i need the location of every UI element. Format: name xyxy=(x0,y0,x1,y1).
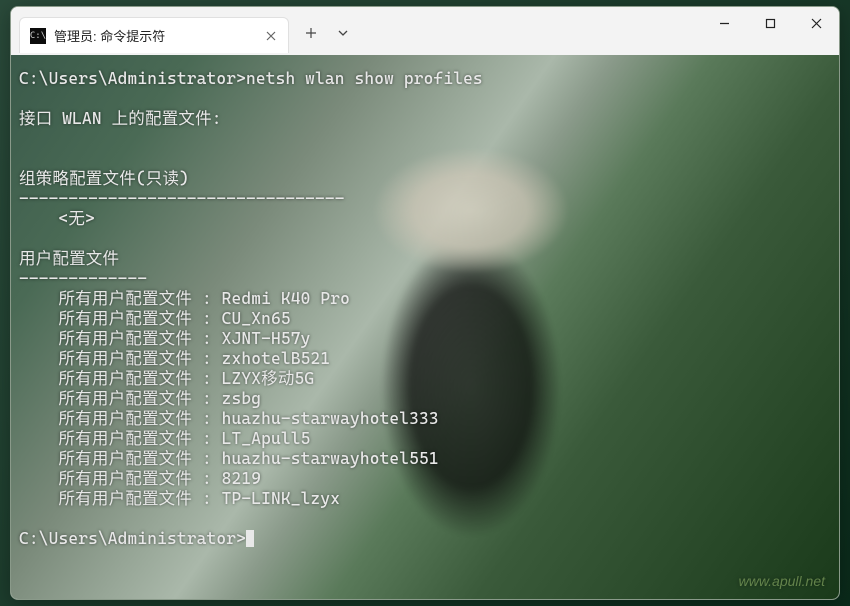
section-interface: 接口 WLAN 上的配置文件: xyxy=(19,109,222,128)
final-prompt: C:\Users\Administrator> xyxy=(19,529,254,548)
cmd-icon: C:\ xyxy=(30,28,46,44)
divider: ------------- xyxy=(19,269,147,288)
window-controls xyxy=(701,7,839,47)
chevron-down-icon xyxy=(338,30,348,36)
close-icon xyxy=(266,31,276,41)
tab-close-button[interactable] xyxy=(262,27,280,45)
terminal-area[interactable]: C:\Users\Administrator>netsh wlan show p… xyxy=(11,55,839,599)
terminal-window: C:\ 管理员: 命令提示符 C:\Users\Administrator>ne… xyxy=(10,6,840,600)
profile-list: 所有用户配置文件 : Redmi K40 Pro 所有用户配置文件 : CU_X… xyxy=(19,289,439,508)
section-user: 用户配置文件 xyxy=(19,249,119,268)
minimize-button[interactable] xyxy=(701,7,747,39)
tab-dropdown-button[interactable] xyxy=(327,17,359,49)
titlebar[interactable]: C:\ 管理员: 命令提示符 xyxy=(11,7,839,55)
close-button[interactable] xyxy=(793,7,839,39)
divider: --------------------------------- xyxy=(19,189,345,208)
tab-active[interactable]: C:\ 管理员: 命令提示符 xyxy=(19,17,289,53)
minimize-icon xyxy=(719,18,730,29)
tab-title: 管理员: 命令提示符 xyxy=(54,26,262,45)
section-group-policy: 组策略配置文件(只读) xyxy=(19,169,189,188)
plus-icon xyxy=(305,27,317,39)
cursor xyxy=(246,530,254,547)
terminal-output: C:\Users\Administrator>netsh wlan show p… xyxy=(11,55,839,563)
maximize-button[interactable] xyxy=(747,7,793,39)
watermark: www.apull.net xyxy=(739,573,825,589)
group-policy-none: <无> xyxy=(19,209,95,228)
maximize-icon xyxy=(765,18,776,29)
close-icon xyxy=(811,18,822,29)
prompt-line: C:\Users\Administrator>netsh wlan show p… xyxy=(19,69,483,88)
new-tab-button[interactable] xyxy=(295,17,327,49)
